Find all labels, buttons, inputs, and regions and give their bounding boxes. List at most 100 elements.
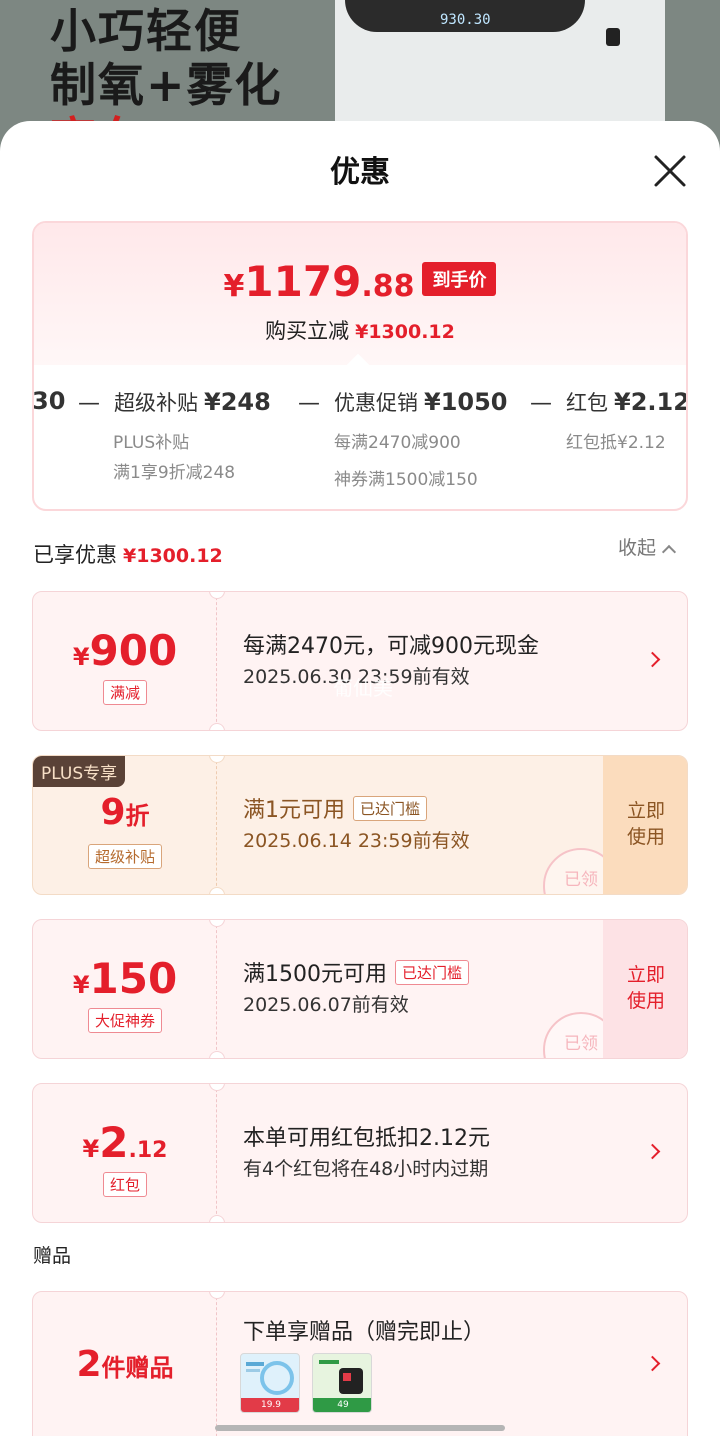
- enjoyed-amount: ¥1300.12: [123, 545, 223, 567]
- coupon-currency: ¥: [82, 1135, 100, 1163]
- home-indicator[interactable]: [215, 1425, 505, 1431]
- banner-line-2: 制氧+雾化: [50, 58, 283, 112]
- coupon-divider: [216, 592, 217, 730]
- final-price-tag: 到手价: [422, 262, 497, 296]
- breakdown-sub: 红包抵¥2.12: [566, 433, 666, 453]
- breakdown-item-promotion: — 优惠促销 ¥1050: [298, 387, 508, 417]
- coupon-value: 150: [89, 954, 178, 1003]
- coupon-red-packet[interactable]: ¥2.12 红包 本单可用红包抵扣2.12元 有4个红包将在48小时内过期: [32, 1083, 688, 1223]
- breakdown-item-cut: 30: [32, 387, 66, 415]
- coupon-description: 每满2470元，可减900元现金: [243, 634, 539, 659]
- product-display: 930.30: [440, 12, 491, 28]
- breakdown-name: 超级补贴: [114, 391, 198, 415]
- coupon-type-label: 满减: [102, 680, 147, 705]
- coupon-description: 满1500元可用 已达门槛: [243, 956, 470, 988]
- breakdown-sub: 满1享9折减248: [113, 463, 236, 483]
- coupon-notch-bottom: [209, 723, 225, 730]
- collapse-label: 收起: [618, 537, 657, 559]
- breakdown-item-super-subsidy: — 超级补贴 ¥248: [78, 387, 271, 417]
- coupon-amount: 9折: [33, 792, 217, 833]
- coupon-big-promo[interactable]: ¥150 大促神券 满1500元可用 已达门槛 2025.06.07前有效 已领 …: [32, 919, 688, 1059]
- watermark-text: 葡仙美: [333, 676, 393, 700]
- breakdown-sub: 每满2470减900: [334, 433, 461, 453]
- coupon-type-label: 大促神券: [87, 1008, 162, 1033]
- coupon-divider: [216, 1292, 217, 1436]
- chevron-up-icon: [661, 544, 677, 560]
- chevron-right-icon[interactable]: [644, 1355, 661, 1372]
- gift-count-label: 件赠品: [101, 1354, 174, 1382]
- gift-count: 2件赠品: [33, 1344, 217, 1385]
- minus-sign: —: [298, 391, 320, 416]
- gift-price: 49: [313, 1398, 371, 1412]
- breakdown-name: 优惠促销: [334, 391, 418, 415]
- gift-count-value: 2: [76, 1344, 102, 1385]
- coupon-notch-bottom: [209, 1215, 225, 1222]
- coupon-type-tag: 满减: [33, 680, 217, 705]
- coupon-plus-subsidy[interactable]: PLUS专享 9折 超级补贴 满1元可用 已达门槛 2025.06.14 23:5…: [32, 755, 688, 895]
- plus-exclusive-badge: PLUS专享: [33, 756, 126, 787]
- coupon-type-tag: 超级补贴: [33, 844, 217, 869]
- reduce-line: 购买立减 ¥1300.12: [34, 315, 686, 345]
- coupon-description: 满1元可用 已达门槛: [243, 792, 428, 824]
- threshold-met-badge: 已达门槛: [353, 796, 428, 821]
- coupon-unit: 折: [125, 802, 150, 830]
- coupon-type-label: 红包: [102, 1172, 147, 1197]
- final-price: ¥1179.88 到手价: [34, 257, 686, 306]
- reduce-label: 购买立减: [265, 319, 350, 343]
- gift-thumbnail-2[interactable]: 49: [312, 1353, 372, 1413]
- gift-product-icon: [319, 1360, 363, 1394]
- coupon-description: 本单可用红包抵扣2.12元: [243, 1126, 490, 1151]
- breakdown-amount: ¥248: [204, 388, 271, 416]
- minus-sign: —: [530, 391, 552, 416]
- breakdown-name: 红包: [566, 391, 608, 415]
- coupon-type-tag: 大促神券: [33, 1008, 217, 1033]
- use-now-button[interactable]: 立即 使用: [603, 920, 687, 1058]
- coupon-value-decimal: .12: [128, 1138, 168, 1163]
- coupon-value: 2: [99, 1118, 129, 1167]
- coupon-validity: 2025.06.07前有效: [243, 994, 409, 1016]
- enjoyed-label: 已享优惠: [33, 543, 117, 567]
- product-switch: [606, 28, 620, 46]
- coupon-amount: ¥150: [33, 954, 217, 1003]
- gifts-section-title: 赠品: [33, 1245, 72, 1267]
- coupon-value: 9: [100, 792, 126, 833]
- coupon-condition: 满1500元可用: [243, 962, 387, 987]
- final-price-integer: 1179: [244, 257, 362, 306]
- breakdown-amount: 30: [32, 387, 66, 415]
- minus-sign: —: [78, 391, 100, 416]
- coupon-full-reduction[interactable]: ¥900 满减 每满2470元，可减900元现金 2025.06.30 23:5…: [32, 591, 688, 731]
- chevron-right-icon[interactable]: [644, 651, 661, 668]
- banner-line-1: 小巧轻便: [50, 4, 242, 58]
- breakdown-item-red-packet: — 红包 ¥2.12: [530, 387, 688, 417]
- final-price-currency: ¥: [223, 269, 245, 304]
- coupon-currency: ¥: [72, 643, 90, 671]
- final-price-decimal: .88: [361, 269, 415, 304]
- coupon-divider: [216, 920, 217, 1058]
- sheet-title: 优惠: [330, 155, 390, 190]
- discount-sheet: 优惠 ¥1179.88 到手价 购买立减 ¥1300.12 30 — 超级补贴 ¥248…: [0, 121, 720, 1436]
- price-summary-card: ¥1179.88 到手价 购买立减 ¥1300.12 30 — 超级补贴 ¥248 PL…: [32, 221, 688, 511]
- coupon-amount: ¥2.12: [33, 1118, 217, 1167]
- chevron-right-icon[interactable]: [644, 1143, 661, 1160]
- breakdown-amount: ¥2.12: [614, 388, 688, 416]
- threshold-met-badge: 已达门槛: [395, 960, 470, 985]
- use-now-button[interactable]: 立即 使用: [603, 756, 687, 894]
- coupon-amount: ¥900: [33, 626, 217, 675]
- coupon-validity: 2025.06.14 23:59前有效: [243, 830, 470, 852]
- gift-price: 19.9: [241, 1398, 299, 1412]
- coupon-notch-bottom: [209, 1051, 225, 1058]
- close-icon[interactable]: [648, 149, 692, 193]
- coupon-value: 900: [89, 626, 178, 675]
- coupon-validity: 有4个红包将在48小时内过期: [243, 1158, 489, 1180]
- coupon-condition: 满1元可用: [243, 798, 345, 823]
- breakdown-amount: ¥1050: [424, 388, 508, 416]
- coupon-currency: ¥: [72, 971, 90, 999]
- collapse-button[interactable]: 收起: [618, 533, 677, 560]
- breakdown-sub: PLUS补贴: [113, 433, 190, 453]
- coupon-divider: [216, 756, 217, 894]
- coupon-divider: [216, 1084, 217, 1222]
- coupon-type-tag: 红包: [33, 1172, 217, 1197]
- reduce-amount: ¥1300.12: [355, 321, 455, 343]
- gift-description: 下单享赠品（赠完即止）: [243, 1320, 486, 1345]
- gift-thumbnail-1[interactable]: 19.9: [240, 1353, 300, 1413]
